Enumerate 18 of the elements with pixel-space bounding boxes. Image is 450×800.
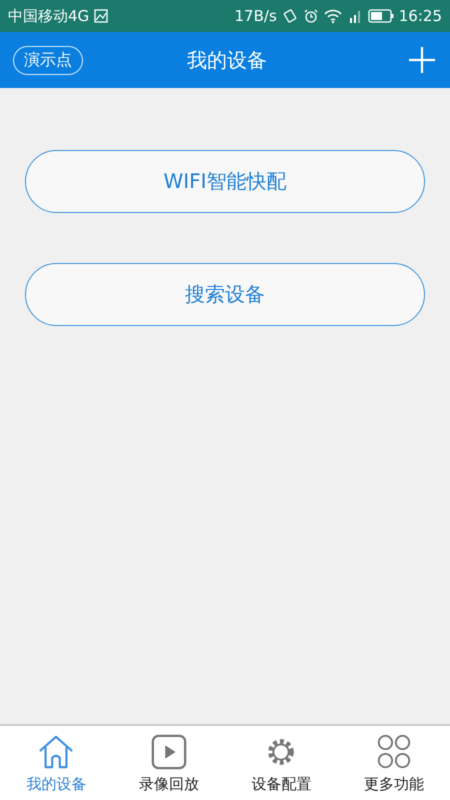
clock-text: 16:25 [398, 7, 442, 25]
battery-icon [368, 9, 394, 23]
wifi-icon [324, 8, 342, 24]
tab[interactable]: 我的设备 [0, 726, 112, 800]
action-button[interactable]: WIFI智能快配 [25, 150, 425, 213]
vibrate-icon [282, 8, 298, 24]
page-title: 我的设备 [187, 46, 267, 74]
image-icon [94, 9, 108, 23]
alarm-icon [302, 8, 319, 24]
tab[interactable]: 更多功能 [338, 726, 450, 800]
play-icon [150, 732, 188, 770]
carrier-text: 中国移动4G [8, 6, 90, 26]
speed-text: 17B/s [234, 7, 277, 25]
tab[interactable]: 设备配置 [225, 726, 338, 800]
demo-button[interactable]: 演示点 [13, 46, 83, 74]
action-button[interactable]: 搜索设备 [25, 263, 425, 326]
add-icon[interactable] [407, 45, 437, 75]
tab[interactable]: 录像回放 [112, 726, 225, 800]
